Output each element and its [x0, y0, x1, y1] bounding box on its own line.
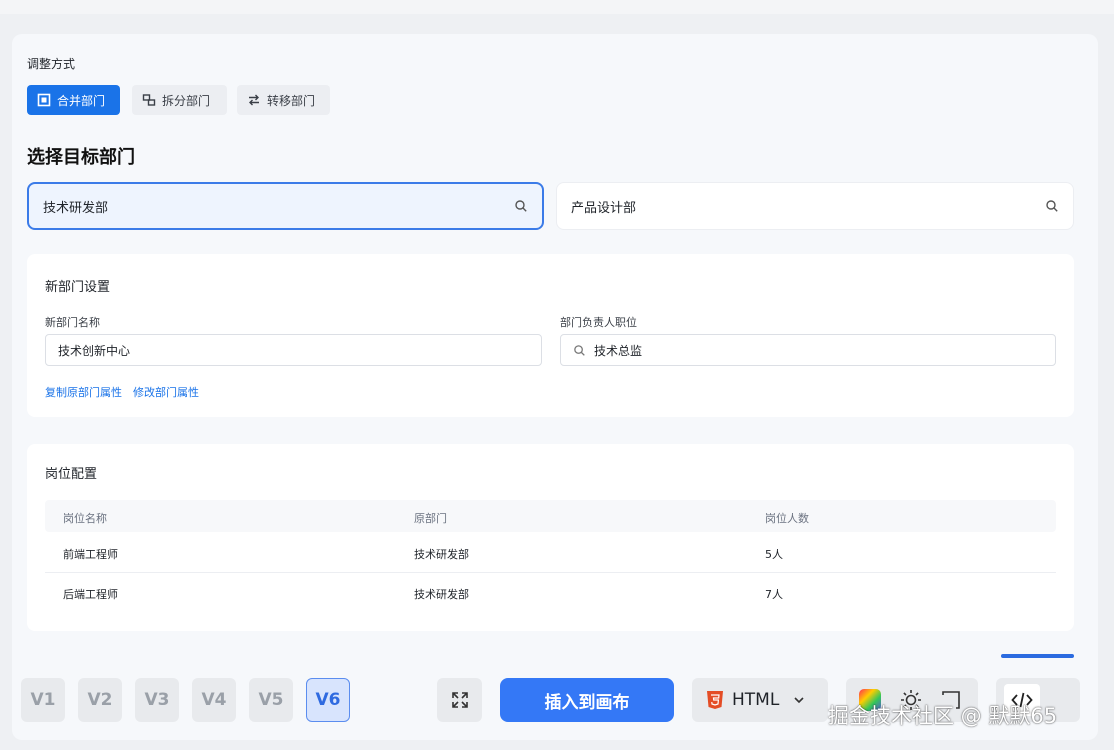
table-row-cell: 后端工程师 — [63, 588, 118, 601]
version-v3-button[interactable]: V3 — [135, 678, 179, 722]
select-target-title: 选择目标部门 — [27, 147, 135, 168]
table-row-cell: 前端工程师 — [63, 548, 118, 561]
positions-card — [27, 444, 1074, 631]
watermark: 掘金技术社区 @ 默默65 — [828, 704, 1058, 728]
dept-a-value: 技术研发部 — [43, 200, 109, 216]
fullscreen-button[interactable] — [437, 678, 482, 722]
new-dept-name-value: 技术创新中心 — [58, 343, 131, 358]
merge-dept-label: 合并部门 — [57, 93, 106, 108]
table-row-cell: 技术研发部 — [414, 588, 469, 601]
merge-dept-button[interactable]: 合并部门 — [27, 85, 120, 115]
format-select[interactable]: HTML — [692, 678, 828, 722]
search-icon[interactable] — [1045, 199, 1059, 213]
transfer-dept-label: 转移部门 — [267, 93, 316, 108]
merge-icon — [37, 93, 51, 107]
split-dept-label: 拆分部门 — [162, 93, 211, 108]
split-dept-button[interactable]: 拆分部门 — [132, 85, 227, 115]
leader-position-label: 部门负责人职位 — [560, 316, 637, 329]
header-original-dept: 原部门 — [414, 512, 447, 525]
transfer-icon — [249, 94, 259, 106]
insert-to-canvas-button[interactable]: 插入到画布 — [500, 678, 674, 722]
header-position-name: 岗位名称 — [63, 512, 107, 525]
leader-position-input[interactable]: 技术总监 — [560, 334, 1056, 366]
new-dept-name-input[interactable]: 技术创新中心 — [45, 334, 542, 366]
table-row-cell: 技术研发部 — [414, 548, 469, 561]
table-row-cell: 5人 — [765, 548, 783, 561]
new-dept-name-label: 新部门名称 — [45, 316, 100, 329]
table-header — [45, 500, 1056, 532]
dept-b-value: 产品设计部 — [571, 200, 637, 216]
split-icon — [142, 94, 156, 106]
dept-a-search[interactable]: 技术研发部 — [27, 182, 544, 230]
row-divider — [45, 572, 1056, 573]
html5-icon — [707, 691, 723, 709]
search-icon — [574, 344, 585, 356]
adjust-mode-label: 调整方式 — [27, 57, 76, 71]
new-dept-title: 新部门设置 — [45, 280, 111, 295]
version-v2-button[interactable]: V2 — [78, 678, 122, 722]
version-v1-button[interactable]: V1 — [21, 678, 65, 722]
version-v4-button[interactable]: V4 — [192, 678, 236, 722]
version-v5-button[interactable]: V5 — [249, 678, 293, 722]
chevron-down-icon — [794, 697, 804, 704]
version-v6-button[interactable]: V6 — [306, 678, 350, 722]
table-row-cell: 7人 — [765, 588, 783, 601]
scroll-indicator — [1001, 654, 1074, 658]
top-strip — [0, 0, 1114, 14]
dept-b-search[interactable]: 产品设计部 — [556, 182, 1074, 230]
expand-icon — [451, 692, 468, 708]
leader-position-value: 技术总监 — [594, 343, 643, 358]
header-headcount: 岗位人数 — [765, 512, 809, 525]
transfer-dept-button[interactable]: 转移部门 — [237, 85, 330, 115]
format-label: HTML — [732, 690, 780, 710]
positions-title: 岗位配置 — [45, 467, 98, 482]
search-icon[interactable] — [514, 199, 528, 213]
modify-attributes-link[interactable]: 修改部门属性 — [133, 384, 199, 400]
copy-attributes-link[interactable]: 复制原部门属性 — [45, 384, 122, 400]
